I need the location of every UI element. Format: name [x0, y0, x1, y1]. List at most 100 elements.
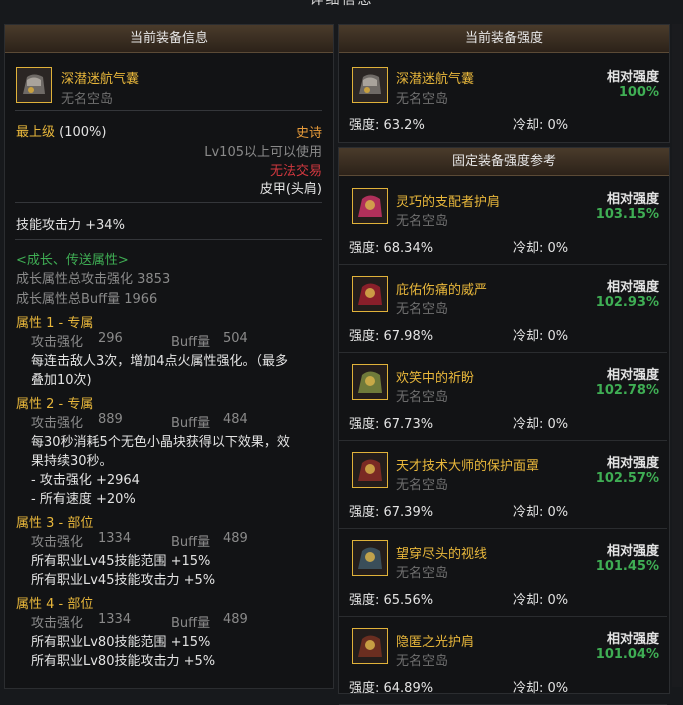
item-name: 欢笑中的祈盼 — [396, 371, 475, 386]
attribute-title: 属性 2 - 专属 — [16, 397, 94, 412]
cooldown-value: 冷却: 0% — [513, 329, 569, 344]
fixed-equipment-reference-panel: 固定装备强度参考 灵巧的支配者护肩 无名空岛 相对强度 103.15% 强度: 68.3… — [338, 147, 670, 705]
cooldown-value: 冷却: 0% — [513, 593, 569, 608]
item-source: 无名空岛 — [396, 478, 449, 493]
panel-header: 当前装备强度 — [339, 25, 669, 53]
reference-item-row[interactable]: 望穿尽头的视线 无名空岛 相对强度 101.45% 强度: 65.56% 冷却: 0% — [339, 529, 669, 617]
item-source: 无名空岛 — [396, 654, 449, 669]
grade-label: 最上级 — [16, 125, 56, 140]
growth-buff-total: 成长属性总Buff量 1966 — [16, 292, 158, 307]
attribute-buff-label: Buff量 — [171, 535, 211, 550]
level-requirement: Lv105以上可以使用 — [204, 145, 322, 160]
relative-strength-label: 相对强度 — [606, 70, 659, 85]
attribute-desc-line: 所有职业Lv80技能攻击力 +5% — [31, 654, 216, 669]
cape-icon[interactable] — [352, 276, 388, 312]
attribute-desc-line: 所有职业Lv80技能范围 +15% — [31, 635, 211, 650]
panel-header: 当前装备信息 — [5, 25, 333, 53]
item-name: 隐匿之光护肩 — [396, 635, 475, 650]
reference-item-row[interactable]: 天才技术大师的保护面罩 无名空岛 相对强度 102.57% 强度: 67.39% 冷却: … — [339, 441, 669, 529]
strength-value: 强度: 67.73% — [349, 417, 434, 432]
divider — [15, 110, 322, 111]
relative-strength-value: 101.04% — [595, 647, 659, 662]
divider — [15, 202, 322, 203]
attribute-attack-value: 1334 — [98, 531, 132, 546]
relative-strength-value: 102.93% — [595, 295, 659, 310]
attribute-buff-value: 489 — [223, 531, 248, 546]
growth-title: <成长、传送属性> — [16, 253, 129, 268]
item-source: 无名空岛 — [396, 92, 449, 107]
current-equipment-info-panel: 当前装备信息 深潜迷航气囊 无名空岛 最上级 (100%) 史诗 Lv105以上… — [4, 24, 334, 689]
relative-strength-value: 103.15% — [595, 207, 659, 222]
attribute-attack-value: 889 — [98, 412, 123, 427]
pauldron-icon[interactable] — [352, 628, 388, 664]
cooldown-value: 冷却: 0% — [513, 417, 569, 432]
attribute-attack-label: 攻击强化 — [31, 335, 84, 350]
strength-value: 强度: 68.34% — [349, 241, 434, 256]
attribute-buff-value: 489 — [223, 612, 248, 627]
attribute-attack-value: 1334 — [98, 612, 132, 627]
item-source: 无名空岛 — [396, 566, 449, 581]
airbag-item-icon[interactable] — [352, 67, 388, 103]
relative-strength-label: 相对强度 — [606, 192, 659, 207]
grade-line: 最上级 (100%) — [16, 121, 106, 140]
attribute-desc-line: 叠加10次) — [31, 373, 92, 388]
attribute-desc-line: 每连击敌人3次，增加4点火属性强化。（最多 — [31, 354, 289, 369]
attribute-buff-label: Buff量 — [171, 335, 211, 350]
scrollbar[interactable] — [672, 24, 682, 687]
shoulder-orb-icon[interactable] — [352, 188, 388, 224]
attribute-title: 属性 3 - 部位 — [16, 516, 94, 531]
window-title: 详细信息 — [309, 0, 374, 8]
current-equipment-strength-panel: 当前装备强度 深潜迷航气囊 无名空岛 相对强度 100% 强度: 63.2% 冷… — [338, 24, 670, 143]
relative-strength-value: 102.78% — [595, 383, 659, 398]
item-source: 无名空岛 — [61, 92, 114, 107]
reference-item-row[interactable]: 庇佑伤痛的威严 无名空岛 相对强度 102.93% 强度: 67.98% 冷却: 0% — [339, 265, 669, 353]
relative-strength-value: 101.45% — [595, 559, 659, 574]
attribute-attack-value: 296 — [98, 331, 123, 346]
item-name: 深潜迷航气囊 — [61, 72, 140, 87]
attribute-buff-value: 504 — [223, 331, 248, 346]
item-name: 天才技术大师的保护面罩 — [396, 459, 540, 474]
reference-item-row[interactable]: 欢笑中的祈盼 无名空岛 相对强度 102.78% 强度: 67.73% 冷却: 0% — [339, 353, 669, 441]
divider — [15, 239, 322, 240]
armor-icon[interactable] — [352, 364, 388, 400]
trade-status: 无法交易 — [269, 164, 322, 179]
attribute-attack-label: 攻击强化 — [31, 416, 84, 431]
relative-strength-label: 相对强度 — [606, 456, 659, 471]
item-source: 无名空岛 — [396, 302, 449, 317]
attribute-buff-label: Buff量 — [171, 616, 211, 631]
item-source: 无名空岛 — [396, 390, 449, 405]
attribute-desc-line: 所有职业Lv45技能范围 +15% — [31, 554, 211, 569]
relative-strength-value: 100% — [618, 85, 659, 100]
reference-item-row[interactable]: 灵巧的支配者护肩 无名空岛 相对强度 103.15% 强度: 68.34% 冷却: 0% — [339, 177, 669, 265]
item-name: 庇佑伤痛的威严 — [396, 283, 488, 298]
airbag-item-icon[interactable] — [16, 67, 52, 103]
attribute-title: 属性 4 - 部位 — [16, 597, 94, 612]
cooldown-value: 冷却: 0% — [513, 505, 569, 520]
rarity: 史诗 — [295, 126, 322, 141]
cooldown-value: 冷却: 0% — [513, 241, 569, 256]
relative-strength-label: 相对强度 — [606, 368, 659, 383]
growth-attack-total: 成长属性总攻击强化 3853 — [16, 272, 171, 287]
item-name: 深潜迷航气囊 — [396, 72, 475, 87]
helmet-icon[interactable] — [352, 540, 388, 576]
attribute-attack-label: 攻击强化 — [31, 535, 84, 550]
strength-value: 强度: 63.2% — [349, 118, 425, 133]
attribute-title: 属性 1 - 专属 — [16, 316, 94, 331]
top-bar: 详细信息 — [0, 0, 683, 22]
item-source: 无名空岛 — [396, 214, 449, 229]
reference-item-row[interactable]: 隐匿之光护肩 无名空岛 相对强度 101.04% 强度: 64.89% 冷却: 0% — [339, 617, 669, 705]
strength-value: 强度: 67.39% — [349, 505, 434, 520]
item-name: 灵巧的支配者护肩 — [396, 195, 501, 210]
attribute-buff-value: 484 — [223, 412, 248, 427]
skill-attack: 技能攻击力 +34% — [16, 218, 125, 233]
relative-strength-label: 相对强度 — [606, 544, 659, 559]
cooldown-value: 冷却: 0% — [513, 118, 569, 133]
relative-strength-value: 102.57% — [595, 471, 659, 486]
relative-strength-label: 相对强度 — [606, 280, 659, 295]
attribute-desc-line: - 攻击强化 +2964 — [31, 473, 140, 488]
item-name: 望穿尽头的视线 — [396, 547, 488, 562]
attribute-buff-label: Buff量 — [171, 416, 211, 431]
strength-value: 强度: 67.98% — [349, 329, 434, 344]
attribute-desc-line: 每30秒消耗5个无色小晶块获得以下效果，效 — [31, 435, 290, 450]
mask-icon[interactable] — [352, 452, 388, 488]
